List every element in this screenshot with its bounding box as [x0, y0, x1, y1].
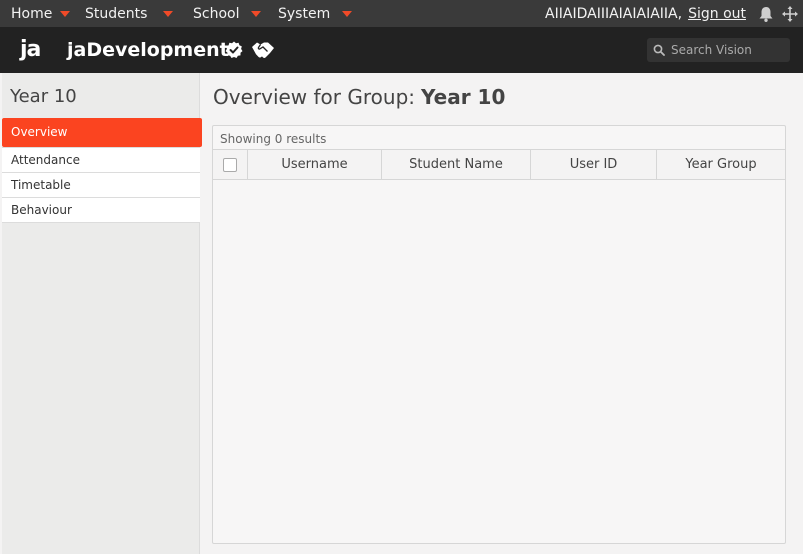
column-header-user-id[interactable]: User ID: [531, 150, 657, 179]
sidebar-item-behaviour[interactable]: Behaviour: [2, 197, 200, 222]
sidebar-item-timetable[interactable]: Timetable: [2, 172, 200, 197]
app-logo[interactable]: ja: [20, 37, 41, 62]
app-header: ja jaDevelopment: [0, 27, 803, 73]
sidebar: Year 10 Overview Attendance Timetable Be…: [2, 73, 202, 554]
page-title: Overview for Group: Year 10: [213, 85, 505, 109]
chevron-down-icon: [163, 10, 174, 17]
menu-school-label: School: [193, 5, 240, 22]
select-all-checkbox[interactable]: [223, 157, 237, 172]
menu-students-label: Students: [85, 5, 148, 22]
results-count: Showing 0 results: [220, 132, 327, 146]
page-title-prefix: Overview for Group:: [213, 85, 416, 109]
bell-icon[interactable]: [757, 5, 775, 23]
search-box[interactable]: [647, 38, 790, 62]
results-table: Showing 0 results Username Student Name …: [212, 125, 786, 544]
select-all-cell: [213, 150, 248, 179]
menu-system-label: System: [278, 5, 331, 22]
search-icon: [653, 44, 665, 56]
search-input[interactable]: [671, 43, 786, 57]
page-title-group: Year 10: [421, 85, 506, 109]
menu-students[interactable]: Students: [85, 0, 174, 27]
sidebar-item-overview[interactable]: Overview: [2, 118, 202, 147]
handshake-icon: [252, 42, 274, 59]
menu-system[interactable]: System: [278, 0, 353, 27]
app-title: jaDevelopment: [67, 39, 229, 61]
menu-school[interactable]: School: [193, 0, 262, 27]
sidebar-title: Year 10: [10, 86, 77, 107]
column-header-username[interactable]: Username: [248, 150, 382, 179]
sign-out-link[interactable]: Sign out: [688, 6, 746, 22]
menu-home[interactable]: Home: [11, 0, 71, 27]
sidebar-nav: Overview Attendance Timetable Behaviour: [2, 118, 202, 223]
user-area: AIIAIDAIIIAIAIAIAIIA, Sign out: [545, 0, 746, 27]
menu-home-label: Home: [11, 5, 53, 22]
verified-badge-icon: [225, 41, 243, 58]
column-header-year-group[interactable]: Year Group: [657, 150, 785, 179]
chevron-down-icon: [251, 10, 262, 17]
top-menu-bar: Home Students School System AIIAIDAIIIAI…: [0, 0, 803, 27]
user-name: AIIAIDAIIIAIAIAIAIIA,: [545, 5, 683, 22]
move-icon[interactable]: [781, 5, 799, 23]
column-header-student-name[interactable]: Student Name: [382, 150, 531, 179]
chevron-down-icon: [342, 10, 353, 17]
sidebar-item-attendance[interactable]: Attendance: [2, 147, 200, 172]
table-header: Username Student Name User ID Year Group: [213, 149, 785, 180]
chevron-down-icon: [60, 10, 71, 17]
